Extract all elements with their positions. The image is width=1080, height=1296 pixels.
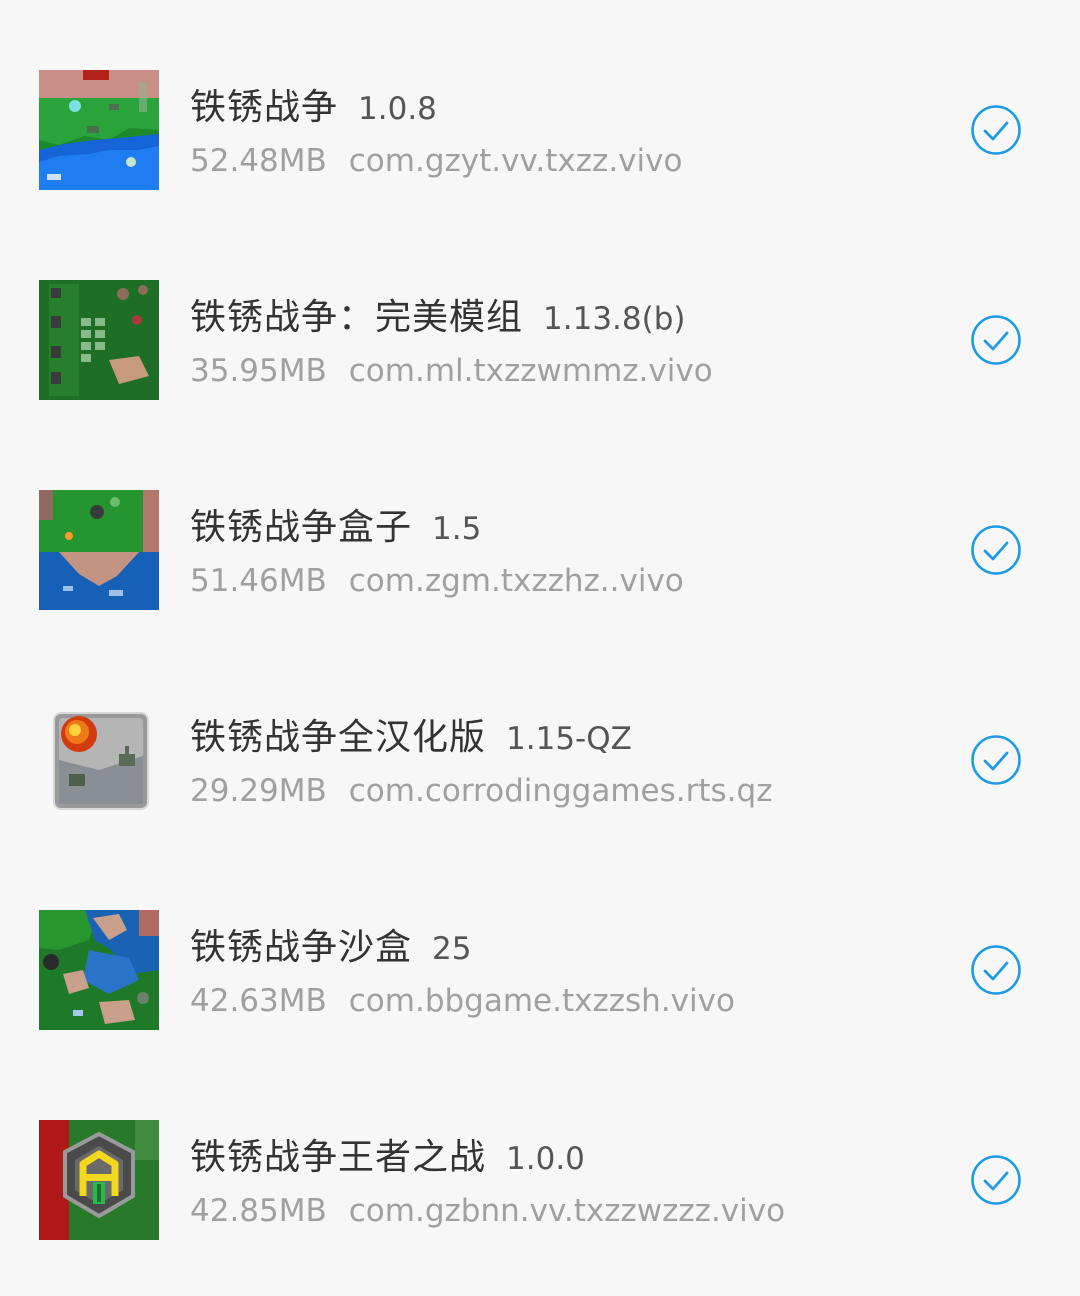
list-item[interactable]: 铁锈战争盒子 1.5 51.46MB com.zgm.txzzhz..vivo bbox=[0, 420, 1080, 630]
app-size: 42.63MB bbox=[190, 983, 327, 1019]
app-size: 35.95MB bbox=[190, 353, 327, 389]
app-size: 42.85MB bbox=[190, 1193, 327, 1229]
app-name: 铁锈战争 bbox=[190, 87, 339, 128]
app-version: 1.13.8(b) bbox=[543, 301, 686, 337]
app-package: com.bbgame.txzzsh.vivo bbox=[348, 983, 735, 1019]
app-package: com.zgm.txzzhz..vivo bbox=[348, 563, 684, 599]
check-icon[interactable] bbox=[970, 104, 1022, 156]
app-name: 铁锈战争沙盒 bbox=[190, 927, 413, 968]
list-item[interactable]: 铁锈战争沙盒 25 42.63MB com.bbgame.txzzsh.vivo bbox=[0, 840, 1080, 1050]
app-package: com.corrodinggames.rts.qz bbox=[348, 773, 773, 809]
app-icon bbox=[39, 1120, 159, 1240]
check-icon[interactable] bbox=[970, 314, 1022, 366]
app-version: 1.0.0 bbox=[506, 1141, 585, 1177]
app-size: 51.46MB bbox=[190, 563, 327, 599]
app-list: 铁锈战争 1.0.8 52.48MB com.gzyt.vv.txzz.vivo bbox=[0, 0, 1080, 1296]
app-icon bbox=[39, 280, 159, 400]
check-icon[interactable] bbox=[970, 524, 1022, 576]
app-icon bbox=[39, 910, 159, 1030]
app-package: com.gzyt.vv.txzz.vivo bbox=[348, 143, 683, 179]
app-size: 29.29MB bbox=[190, 773, 327, 809]
app-version: 1.15-QZ bbox=[506, 721, 632, 757]
app-version: 1.5 bbox=[432, 511, 482, 547]
list-item[interactable]: 铁锈战争：完美模组 1.13.8(b) 35.95MB com.ml.txzzwmm… bbox=[0, 210, 1080, 420]
app-icon bbox=[39, 70, 159, 190]
app-name: 铁锈战争：完美模组 bbox=[190, 297, 524, 338]
app-name: 铁锈战争王者之战 bbox=[190, 1137, 487, 1178]
app-size: 52.48MB bbox=[190, 143, 327, 179]
check-icon[interactable] bbox=[970, 734, 1022, 786]
app-version: 1.0.8 bbox=[358, 91, 437, 127]
app-package: com.ml.txzzwmmz.vivo bbox=[348, 353, 713, 389]
app-name: 铁锈战争全汉化版 bbox=[190, 717, 487, 758]
app-package: com.gzbnn.vv.txzzwzzz.vivo bbox=[348, 1193, 786, 1229]
check-icon[interactable] bbox=[970, 944, 1022, 996]
list-item[interactable]: 铁锈战争 1.0.8 52.48MB com.gzyt.vv.txzz.vivo bbox=[0, 0, 1080, 210]
app-name: 铁锈战争盒子 bbox=[190, 507, 413, 548]
check-icon[interactable] bbox=[970, 1154, 1022, 1206]
app-icon bbox=[39, 700, 159, 820]
app-version: 25 bbox=[432, 931, 472, 967]
list-item[interactable]: 铁锈战争全汉化版 1.15-QZ 29.29MB com.corrodinggame… bbox=[0, 630, 1080, 840]
list-item[interactable]: 铁锈战争王者之战 1.0.0 42.85MB com.gzbnn.vv.txzzwz… bbox=[0, 1050, 1080, 1260]
app-icon bbox=[39, 490, 159, 610]
